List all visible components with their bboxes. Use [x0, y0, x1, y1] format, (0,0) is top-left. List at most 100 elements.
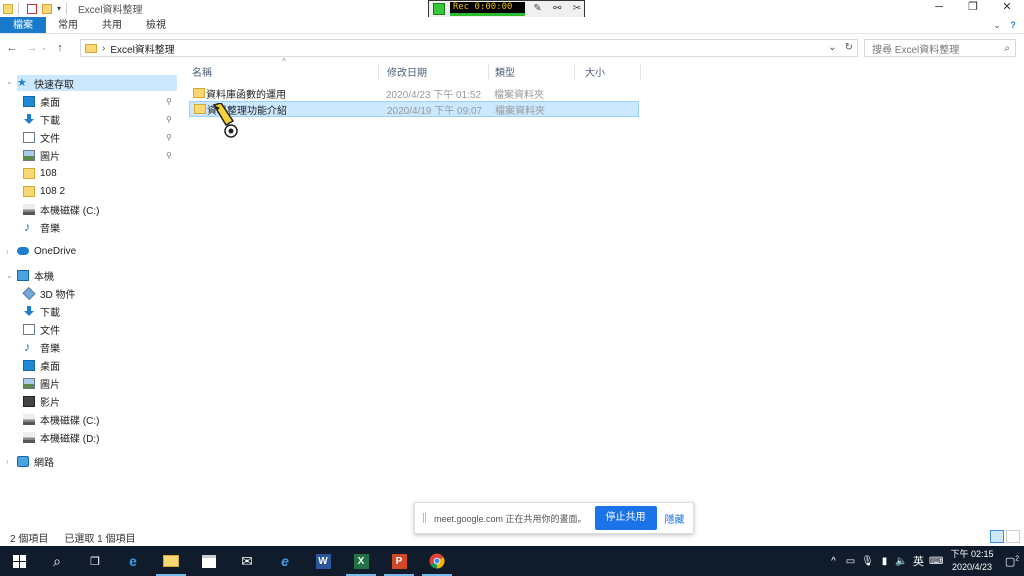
- search-button[interactable]: ⌕: [38, 546, 76, 576]
- tab-share[interactable]: 共用: [90, 17, 134, 33]
- pin-icon[interactable]: ⚲: [166, 147, 172, 163]
- nav-item-pc-desktop[interactable]: 桌面: [23, 357, 60, 373]
- nav-item-desktop[interactable]: 桌面: [23, 93, 60, 109]
- taskbar-excel[interactable]: X: [342, 546, 380, 576]
- start-button[interactable]: [0, 546, 38, 576]
- drive-icon: [23, 431, 35, 443]
- network-status-icon[interactable]: ▭: [844, 556, 857, 567]
- pin-icon[interactable]: ⚲: [166, 93, 172, 109]
- desktop-icon: [23, 359, 35, 371]
- nav-item-pc-disk-d[interactable]: 本機磁碟 (D:): [23, 429, 99, 445]
- pencil-icon[interactable]: ✎: [531, 3, 545, 15]
- notification-center-button[interactable]: ▢2: [1000, 555, 1024, 568]
- list-item[interactable]: 資料庫函數的運用 2020/4/23 下午 01:52 檔案資料夾: [189, 85, 639, 101]
- search-input[interactable]: 搜尋 Excel資料整理 ⌕: [864, 39, 1016, 57]
- scissors-icon[interactable]: ✂: [570, 3, 584, 15]
- close-button[interactable]: ✕: [990, 0, 1024, 17]
- nav-item-documents[interactable]: 文件: [23, 129, 60, 145]
- new-folder-icon[interactable]: [42, 3, 52, 14]
- nav-item-pc-downloads[interactable]: 下載: [23, 303, 60, 319]
- nav-this-pc[interactable]: 本機: [17, 267, 54, 283]
- taskbar-word[interactable]: W: [304, 546, 342, 576]
- minimize-button[interactable]: ─: [922, 0, 956, 17]
- large-icons-view-button[interactable]: [1006, 530, 1020, 543]
- volume-icon[interactable]: 🔈: [895, 556, 908, 567]
- nav-item-pc-disk-c[interactable]: 本機磁碟 (C:): [23, 411, 99, 427]
- drive-icon: [23, 413, 35, 425]
- pin-icon[interactable]: ⚲: [166, 129, 172, 145]
- nav-item-local-disk-c[interactable]: 本機磁碟 (C:): [23, 201, 99, 217]
- taskbar-chrome[interactable]: [418, 546, 456, 576]
- refresh-icon[interactable]: ↻: [845, 42, 853, 53]
- keyboard-icon[interactable]: ⌨: [929, 556, 943, 567]
- stop-sharing-button[interactable]: 停止共用: [594, 506, 657, 530]
- nav-item-pc-documents[interactable]: 文件: [23, 321, 60, 337]
- task-view-icon: ❐: [90, 555, 100, 568]
- pin-icon[interactable]: ⚲: [166, 111, 172, 127]
- forward-button[interactable]: →: [24, 40, 40, 56]
- taskbar-store[interactable]: [190, 546, 228, 576]
- item-count: 2 個項目: [10, 533, 49, 545]
- tab-home[interactable]: 常用: [46, 17, 90, 33]
- chevron-up-icon[interactable]: ^: [827, 556, 840, 567]
- chevron-down-icon[interactable]: ⌄: [6, 77, 13, 86]
- nav-item-pc-videos[interactable]: 影片: [23, 393, 60, 409]
- nav-item-downloads[interactable]: 下載: [23, 111, 60, 127]
- clock[interactable]: 下午 02:15 2020/4/23: [944, 548, 1000, 574]
- recent-locations-icon[interactable]: ⌄: [40, 40, 48, 56]
- taskbar-ie[interactable]: e: [266, 546, 304, 576]
- nav-quick-access[interactable]: ★ 快速存取: [17, 75, 177, 91]
- system-tray: ^ ▭ 🎙 ▮ 🔈 英 ⌨ 下午 02:15 2020/4/23 ▢2: [825, 546, 1024, 576]
- expand-ribbon-icon[interactable]: ⌄: [992, 20, 1002, 30]
- column-header-type[interactable]: 類型: [495, 64, 515, 79]
- chevron-down-icon[interactable]: ⌄: [6, 271, 13, 280]
- selected-count: 已選取 1 個項目: [64, 533, 136, 545]
- nav-item-music[interactable]: 音樂: [23, 219, 60, 235]
- nav-item-3d-objects[interactable]: 3D 物件: [22, 285, 76, 301]
- chevron-right-icon[interactable]: ›: [6, 457, 9, 466]
- battery-icon[interactable]: ▮: [878, 556, 891, 567]
- nav-item-108-2[interactable]: 108 2: [23, 183, 65, 199]
- nav-network[interactable]: 網路: [17, 453, 54, 469]
- quick-access-dropdown-icon[interactable]: ▾: [57, 4, 61, 13]
- taskbar-powerpoint[interactable]: P: [380, 546, 418, 576]
- details-view-button[interactable]: [990, 530, 1004, 543]
- tab-file[interactable]: 檔案: [0, 17, 46, 33]
- document-icon: [23, 131, 35, 143]
- record-button[interactable]: [433, 3, 445, 15]
- back-button[interactable]: ←: [4, 40, 20, 56]
- chevron-right-icon[interactable]: ›: [102, 43, 105, 54]
- list-item-selected[interactable]: 資料整理功能介紹 2020/4/19 下午 09:07 檔案資料夾: [189, 101, 639, 117]
- properties-icon[interactable]: [27, 3, 37, 14]
- maximize-button[interactable]: ❐: [956, 0, 990, 17]
- address-dropdown-icon[interactable]: ⌄: [828, 42, 836, 53]
- nav-item-108[interactable]: 108: [23, 165, 57, 181]
- nav-item-pictures[interactable]: 圖片: [23, 147, 60, 163]
- column-header-date[interactable]: 修改日期: [387, 64, 427, 79]
- address-bar[interactable]: › Excel資料整理 ⌄ ↻: [80, 39, 858, 57]
- column-header-name[interactable]: 名稱: [192, 64, 212, 79]
- network-icon: [17, 455, 29, 467]
- hide-button[interactable]: 隱藏: [665, 511, 685, 526]
- microphone-icon[interactable]: 🎙: [861, 556, 874, 567]
- taskbar-file-explorer[interactable]: [152, 546, 190, 576]
- nav-item-pc-pictures[interactable]: 圖片: [23, 375, 60, 391]
- chevron-right-icon[interactable]: ›: [6, 247, 9, 256]
- nav-onedrive[interactable]: OneDrive: [17, 243, 76, 259]
- taskbar-mail[interactable]: ✉: [228, 546, 266, 576]
- taskbar-edge[interactable]: e: [114, 546, 152, 576]
- task-view-button[interactable]: ❐: [76, 546, 114, 576]
- drag-handle-icon[interactable]: [423, 513, 426, 523]
- nav-item-pc-music[interactable]: 音樂: [23, 339, 60, 355]
- link-icon[interactable]: ⚯: [550, 3, 564, 15]
- up-button[interactable]: ↑: [52, 40, 68, 56]
- tab-view[interactable]: 檢視: [134, 17, 178, 33]
- address-path[interactable]: Excel資料整理: [110, 41, 174, 56]
- item-type: 檔案資料夾: [494, 89, 544, 101]
- help-icon[interactable]: ?: [1008, 20, 1018, 30]
- document-icon: [23, 323, 35, 335]
- search-icon: ⌕: [1004, 42, 1010, 54]
- column-header-size[interactable]: 大小: [585, 64, 605, 79]
- ime-indicator[interactable]: 英: [912, 553, 925, 569]
- folder-icon: [194, 104, 206, 114]
